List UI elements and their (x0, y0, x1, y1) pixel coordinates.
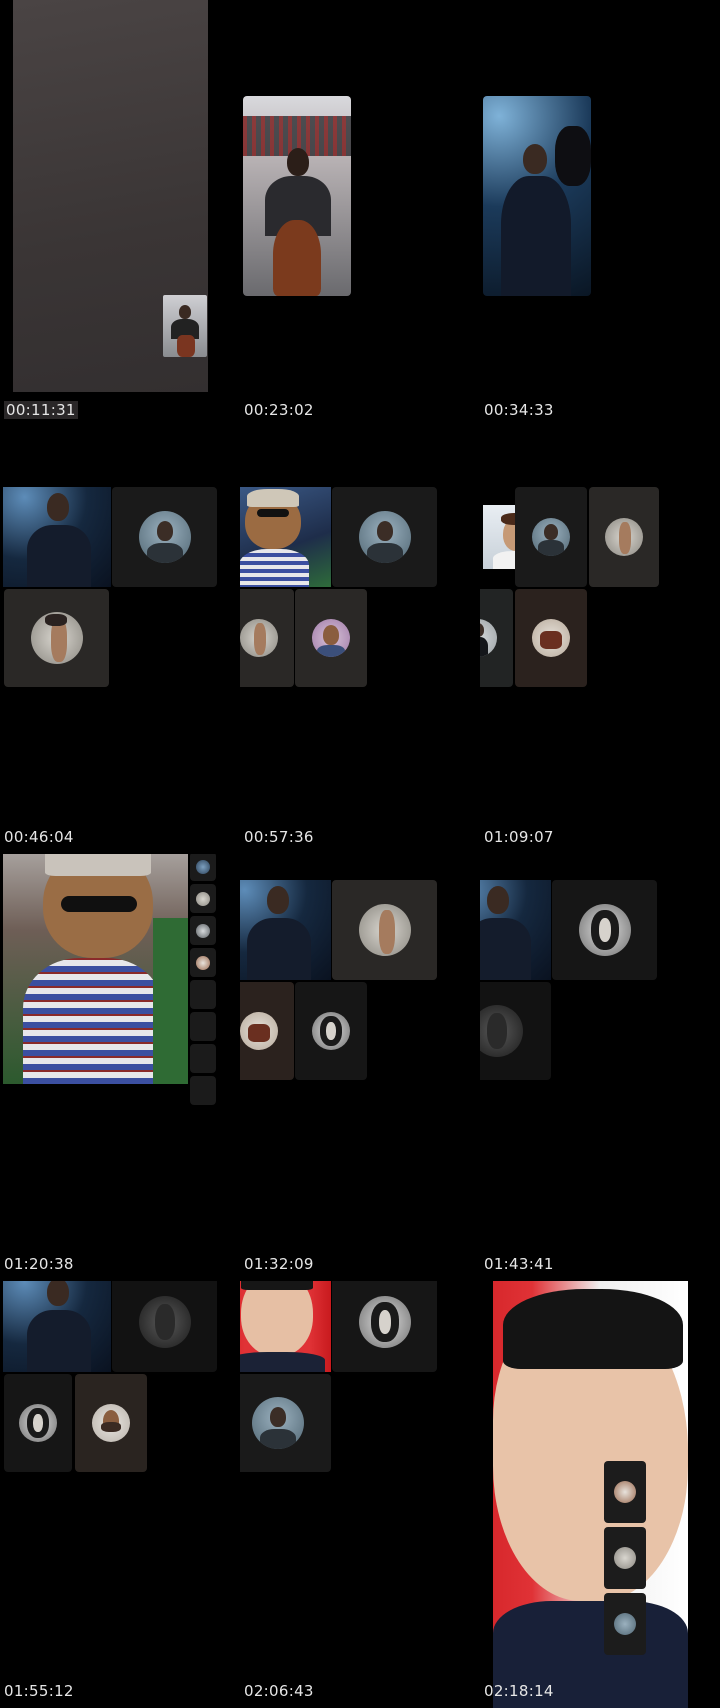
participant-tile[interactable] (515, 589, 587, 687)
timestamp: 00:23:02 (244, 401, 314, 419)
avatar (312, 1012, 350, 1050)
participant-strip-tile[interactable] (604, 1461, 646, 1523)
participant-video (493, 1281, 688, 1708)
avatar (30, 612, 83, 664)
avatar (92, 1404, 130, 1442)
avatar (605, 518, 643, 556)
avatar (358, 511, 411, 563)
participant-strip-tile[interactable] (190, 948, 216, 977)
participant-tile[interactable] (240, 982, 294, 1080)
participant-video (3, 487, 111, 587)
frame-thumbnail-6[interactable]: PK 01:09:07 (480, 427, 720, 854)
avatar (532, 518, 570, 556)
timestamp: 02:06:43 (244, 1682, 314, 1700)
participant-video (480, 880, 551, 980)
participant-strip-tile[interactable] (190, 916, 216, 945)
participant-video (240, 880, 331, 980)
participant-tile[interactable] (112, 1281, 217, 1372)
frame-thumbnail-10[interactable]: 01:55:12 (0, 1281, 240, 1708)
participant-tile[interactable] (589, 487, 659, 587)
participant-strip-tile[interactable] (190, 854, 216, 881)
avatar (251, 1397, 304, 1449)
participant-strip-tile[interactable] (190, 1076, 216, 1105)
participant-tile[interactable] (4, 589, 109, 687)
avatar (312, 619, 350, 657)
participant-tile[interactable] (240, 1374, 331, 1472)
avatar (532, 619, 570, 657)
frame-thumbnail-2[interactable]: 00:23:02 (240, 0, 480, 427)
participant-strip-tile[interactable] (604, 1593, 646, 1655)
self-view-tile[interactable] (163, 295, 207, 357)
frame-thumbnail-12[interactable]: 02:18:14 (480, 1281, 720, 1708)
participant-tile[interactable] (480, 982, 551, 1080)
avatar (578, 904, 631, 956)
frame-thumbnail-4[interactable]: 00:46:04 (0, 427, 240, 854)
frame-thumbnail-9[interactable]: 01:43:41 (480, 854, 720, 1281)
participant-video (240, 1281, 331, 1372)
thumbnail-grid: 00:11:31 00:23:02 00:34:33 00:46:04 00:5… (0, 0, 720, 1708)
participant-tile[interactable] (332, 487, 437, 587)
participant-video (240, 487, 331, 587)
participant-strip-tile[interactable] (190, 884, 216, 913)
participant-tile[interactable] (240, 589, 294, 687)
avatar (240, 619, 278, 657)
frame-thumbnail-11[interactable]: 02:06:43 (240, 1281, 480, 1708)
avatar (240, 1012, 278, 1050)
timestamp: 01:09:07 (484, 828, 554, 846)
timestamp: 01:43:41 (484, 1255, 554, 1273)
timestamp: 00:46:04 (4, 828, 74, 846)
avatar (358, 1296, 411, 1348)
participant-tile[interactable] (75, 1374, 147, 1472)
timestamp: 00:57:36 (244, 828, 314, 846)
timestamp: 01:20:38 (4, 1255, 74, 1273)
participant-video (3, 1281, 111, 1372)
frame-thumbnail-1[interactable]: 00:11:31 (0, 0, 240, 427)
participant-tile[interactable] (295, 982, 367, 1080)
participant-strip-tile[interactable] (190, 980, 216, 1009)
timestamp: 00:11:31 (4, 401, 78, 419)
frame-thumbnail-3[interactable]: 00:34:33 (480, 0, 720, 427)
avatar (358, 904, 411, 956)
frame-thumbnail-8[interactable]: 01:32:09 (240, 854, 480, 1281)
participant-tile[interactable] (295, 589, 367, 687)
timestamp: 01:55:12 (4, 1682, 74, 1700)
participant-video (243, 96, 351, 296)
participant-video (3, 854, 188, 1084)
participant-tile[interactable] (552, 880, 657, 980)
avatar (480, 619, 497, 657)
participant-tile[interactable] (332, 880, 437, 980)
frame-thumbnail-5[interactable]: 00:57:36 (240, 427, 480, 854)
avatar (480, 1005, 523, 1057)
participant-video (483, 96, 591, 296)
timestamp: 02:18:14 (484, 1682, 554, 1700)
avatar (19, 1404, 57, 1442)
participant-strip-tile[interactable] (190, 1012, 216, 1041)
avatar (138, 511, 191, 563)
participant-strip-tile[interactable] (604, 1527, 646, 1589)
avatar (138, 1296, 191, 1348)
timestamp: 01:32:09 (244, 1255, 314, 1273)
timestamp: 00:34:33 (484, 401, 554, 419)
participant-tile[interactable] (112, 487, 217, 587)
participant-tile[interactable] (4, 1374, 72, 1472)
participant-tile[interactable] (332, 1281, 437, 1372)
participant-tile[interactable] (480, 589, 513, 687)
participant-tile[interactable] (515, 487, 587, 587)
participant-strip-tile[interactable] (190, 1044, 216, 1073)
frame-thumbnail-7[interactable]: 01:20:38 (0, 854, 240, 1281)
